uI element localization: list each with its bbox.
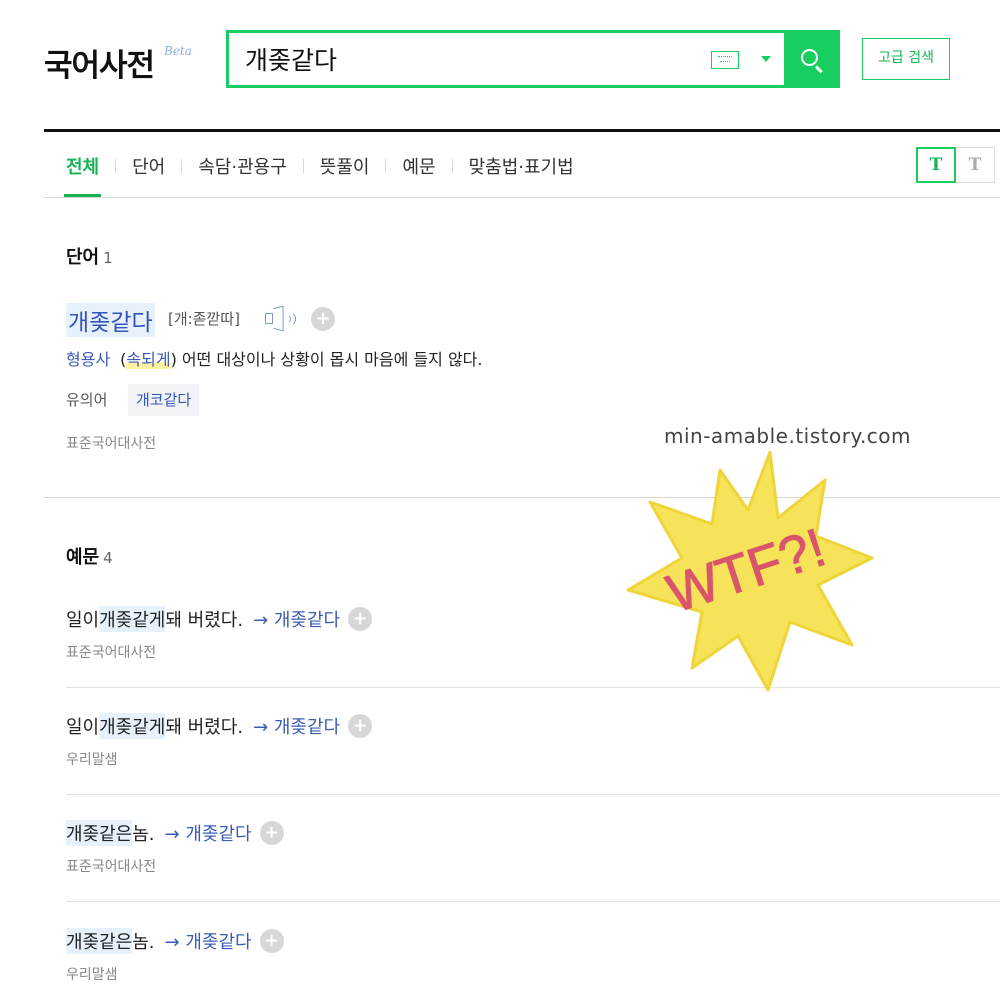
example-word-link[interactable]: → 개좆같다 — [165, 820, 252, 846]
entry-source: 표준국어대사전 — [66, 436, 157, 452]
speaker-icon[interactable] — [263, 305, 301, 332]
word-section-title: 단어 1 — [66, 247, 113, 268]
tab-word[interactable]: 단어 — [132, 153, 165, 179]
tab-all[interactable]: 전체 — [66, 153, 99, 179]
search-box — [226, 30, 840, 88]
advanced-search-button[interactable]: 고급 검색 — [862, 38, 950, 80]
keyboard-dropdown-icon[interactable] — [761, 56, 771, 62]
example-source: 우리말샘 — [66, 752, 118, 768]
example-word-link[interactable]: → 개좆같다 — [253, 606, 340, 632]
example-word-link[interactable]: → 개좆같다 — [165, 928, 252, 954]
dictionary-logo[interactable]: 국어사전 — [44, 40, 155, 85]
font-size-controls: T T — [916, 147, 995, 183]
headword[interactable]: 개좆같다 — [66, 303, 155, 337]
add-to-wordbook-icon[interactable]: + — [311, 307, 335, 331]
font-size-large-button[interactable]: T — [955, 147, 995, 183]
tabs-divider — [44, 197, 1000, 198]
usage-link[interactable]: 속되게 — [126, 350, 171, 369]
font-size-small-button[interactable]: T — [916, 147, 956, 183]
header-divider — [44, 129, 1000, 132]
definition-text: ) 어떤 대상이나 상황이 몹시 마음에 들지 않다. — [170, 350, 483, 369]
example-word-link[interactable]: → 개좆같다 — [253, 713, 340, 739]
add-example-icon[interactable]: + — [348, 607, 373, 631]
add-example-icon[interactable]: + — [259, 821, 284, 845]
synonym-link[interactable]: 개코같다 — [128, 384, 200, 416]
example-divider — [66, 901, 1000, 902]
search-input[interactable] — [245, 40, 695, 78]
word-count: 1 — [103, 249, 113, 267]
example-item: 일이 개좆같게 돼 버렸다. → 개좆같다 + 우리말샘 — [66, 713, 1000, 769]
add-example-icon[interactable]: + — [348, 714, 373, 738]
tab-example[interactable]: 예문 — [402, 153, 435, 179]
part-of-speech: 형용사 — [66, 350, 111, 369]
wtf-burst-sticker: WTF?! — [626, 450, 874, 692]
example-source: 표준국어대사전 — [66, 859, 157, 875]
synonym-label: 유의어 — [66, 391, 108, 409]
example-divider — [66, 794, 1000, 795]
definition: 형용사 (속되게) 어떤 대상이나 상황이 몹시 마음에 들지 않다. — [66, 350, 483, 369]
keyboard-icon[interactable] — [711, 51, 739, 69]
example-highlight: 개좆같은 — [66, 820, 133, 846]
search-button[interactable] — [784, 30, 840, 88]
example-highlight: 개좆같게 — [99, 606, 166, 632]
example-count: 4 — [103, 549, 113, 567]
tab-spelling[interactable]: 맞춤법·표기법 — [469, 153, 574, 179]
tab-bar: 전체 단어 속담·관용구 뜻풀이 예문 맞춤법·표기법 — [66, 153, 574, 179]
example-item: 개좆같은 놈. → 개좆같다 + 우리말샘 — [66, 928, 1000, 984]
example-highlight: 개좆같게 — [99, 713, 166, 739]
example-item: 개좆같은 놈. → 개좆같다 + 표준국어대사전 — [66, 820, 1000, 876]
example-highlight: 개좆같은 — [66, 928, 133, 954]
tab-definition[interactable]: 뜻풀이 — [320, 153, 370, 179]
pronunciation: [개:졷깓따] — [168, 310, 240, 328]
tab-proverb-idiom[interactable]: 속담·관용구 — [198, 153, 287, 179]
example-section-title: 예문 4 — [66, 547, 113, 568]
search-icon — [801, 49, 818, 66]
add-example-icon[interactable]: + — [259, 929, 284, 953]
example-source: 우리말샘 — [66, 967, 118, 983]
beta-label: Beta — [164, 44, 192, 58]
